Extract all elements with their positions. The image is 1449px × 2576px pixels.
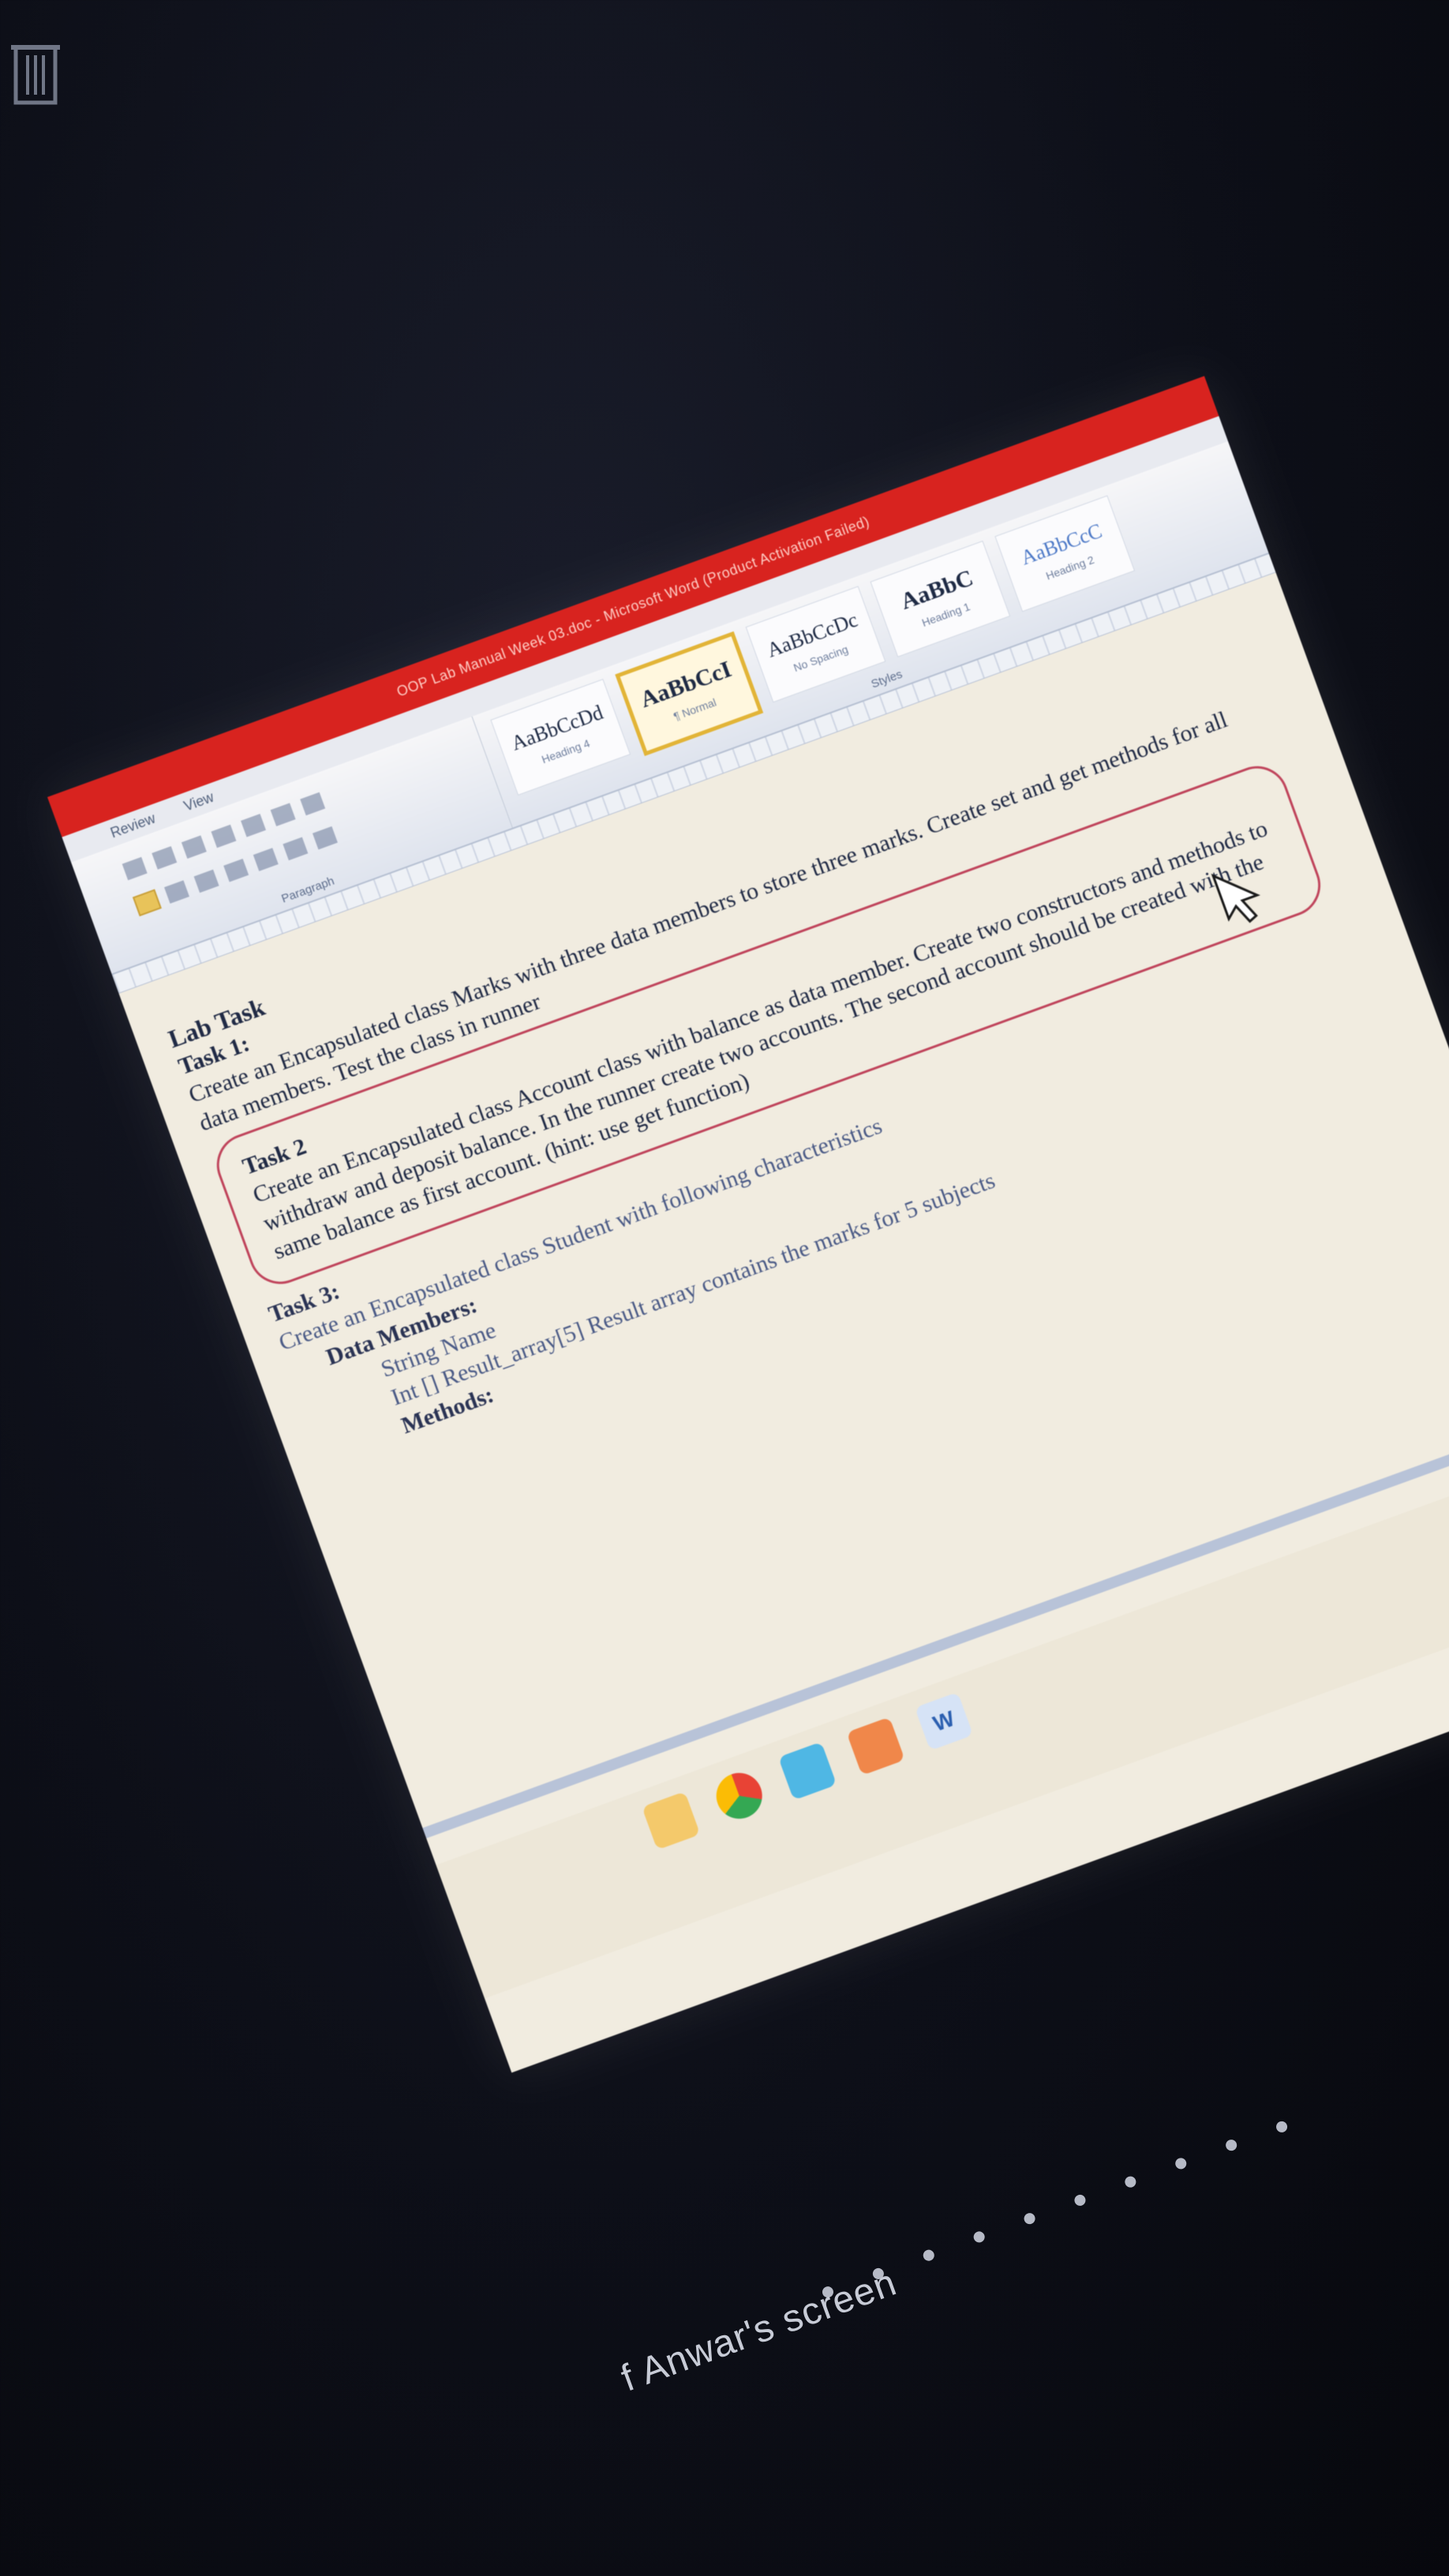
align-right-icon[interactable] (193, 869, 219, 893)
dot (1073, 2192, 1088, 2207)
shading-icon[interactable] (283, 837, 309, 861)
word-icon[interactable]: W (914, 1691, 974, 1751)
dot (1275, 2119, 1290, 2134)
folder-icon[interactable] (642, 1791, 701, 1851)
app-icon[interactable] (777, 1741, 837, 1801)
taskbar: W (436, 1443, 1449, 1999)
dot (1174, 2156, 1189, 2171)
recycle-bin-icon[interactable] (8, 32, 63, 110)
monitor-screen: OOP Lab Manual Week 03.doc - Microsoft W… (47, 376, 1449, 2073)
line-spacing-icon[interactable] (253, 848, 279, 871)
dot (1022, 2211, 1037, 2226)
borders-icon[interactable] (312, 826, 338, 850)
word-glyph: W (930, 1705, 958, 1736)
dot (972, 2230, 987, 2245)
justify-icon[interactable] (223, 859, 249, 882)
align-left-icon[interactable] (132, 889, 162, 917)
dot (1224, 2138, 1239, 2153)
align-center-icon[interactable] (164, 880, 189, 904)
dot (921, 2248, 936, 2263)
taskbar-icons: W (642, 1691, 974, 1851)
app-icon-2[interactable] (846, 1717, 905, 1776)
dot (1123, 2174, 1138, 2189)
chrome-icon[interactable] (710, 1766, 769, 1825)
screen-share-label: f Anwar's screen (616, 2261, 903, 2400)
